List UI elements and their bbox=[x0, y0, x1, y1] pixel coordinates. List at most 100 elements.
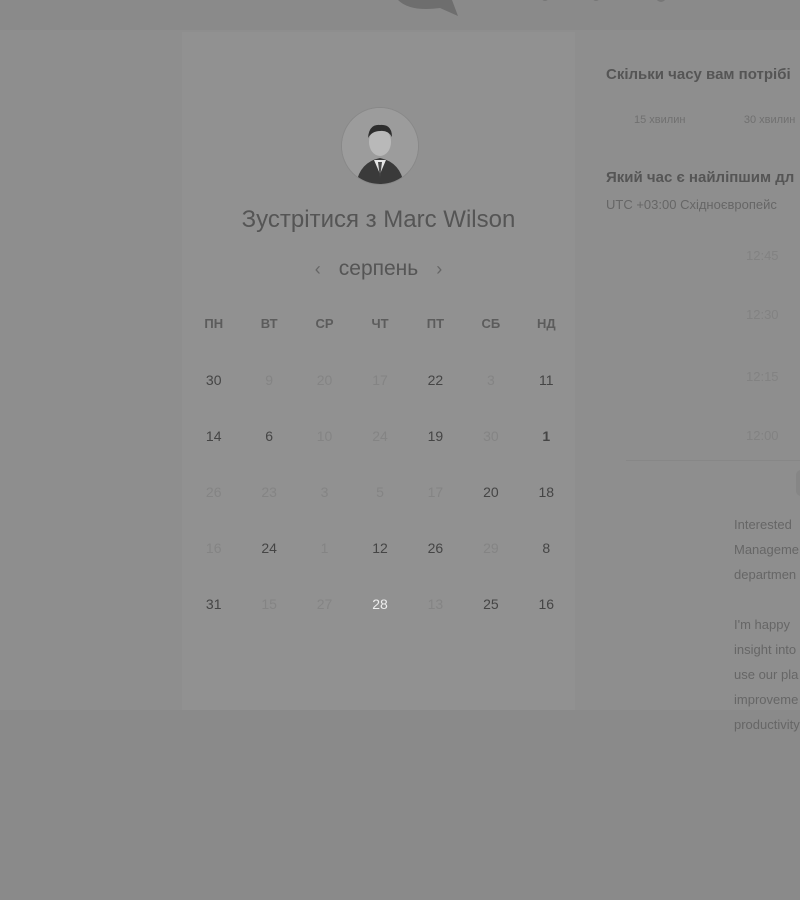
duration-options: 15 хвилин 30 хвилин bbox=[606, 110, 800, 128]
description-line: improveme bbox=[734, 692, 799, 707]
calendar-day: 24 bbox=[352, 426, 407, 446]
calendar-day-number: 10 bbox=[316, 428, 333, 444]
calendar-day[interactable]: 19 bbox=[408, 426, 463, 446]
weekday-label: ВТ bbox=[260, 316, 278, 331]
calendar-week-row: 31 15 27 28 13 25 16 bbox=[186, 579, 574, 629]
calendar-day[interactable]: 22 bbox=[408, 370, 463, 390]
calendar-day: 23 bbox=[241, 482, 296, 502]
calendar-day: 5 bbox=[352, 482, 407, 502]
chevron-left-icon[interactable]: ‹ bbox=[307, 259, 329, 280]
time-slot[interactable]: 12:30 bbox=[746, 307, 779, 322]
month-label: серпень bbox=[338, 257, 419, 280]
calendar-day[interactable]: 20 bbox=[463, 482, 518, 502]
calendar-day-number: 30 bbox=[205, 372, 222, 388]
calendar-day-selected[interactable]: 28 bbox=[352, 579, 407, 629]
calendar-day: 20 bbox=[297, 370, 352, 390]
calendar-day[interactable]: 12 bbox=[352, 538, 407, 558]
calendar-day-number: 28 bbox=[372, 596, 388, 612]
calendar-day: 17 bbox=[352, 370, 407, 390]
duration-option[interactable]: 15 хвилин bbox=[634, 114, 685, 126]
weekday-label: НД bbox=[536, 316, 556, 331]
timezone-label[interactable]: UTC +03:00 Східноєвропейс bbox=[606, 197, 777, 212]
calendar-day[interactable]: 26 bbox=[408, 538, 463, 558]
calendar-day-number: 11 bbox=[539, 372, 554, 388]
description-line: departmen bbox=[734, 567, 797, 582]
calendar-day[interactable]: 16 bbox=[519, 594, 574, 614]
calendar-day[interactable]: 14 bbox=[186, 426, 241, 446]
description-line: use our pla bbox=[734, 667, 799, 682]
time-question: Який час є найліпшим дл bbox=[606, 169, 795, 186]
time-slot[interactable]: 12:00 bbox=[746, 428, 779, 443]
calendar-day-number: 3 bbox=[486, 372, 495, 388]
time-slot[interactable]: 12:15 bbox=[746, 369, 779, 384]
calendar-day: 27 bbox=[297, 594, 352, 614]
description-line: Manageme bbox=[734, 542, 800, 557]
divider bbox=[626, 460, 800, 461]
calendar-day[interactable]: 31 bbox=[186, 594, 241, 614]
host-avatar bbox=[342, 108, 418, 184]
calendar-week-row: 16 24 1 12 26 29 8 bbox=[186, 538, 574, 558]
calendar-day-number: 24 bbox=[372, 428, 388, 444]
calendar-day[interactable]: 30 bbox=[186, 370, 241, 390]
calendar-day-number: 27 bbox=[316, 596, 333, 612]
calendar-day-number: 31 bbox=[205, 596, 222, 612]
calendar-day: 29 bbox=[463, 538, 518, 558]
weekday-header: ПН ВТ СР ЧТ ПТ СБ НД bbox=[186, 316, 574, 331]
time-slot[interactable]: 12:45 bbox=[746, 248, 779, 263]
calendar-day-number: 18 bbox=[538, 484, 555, 500]
weekday-label: СБ bbox=[481, 316, 501, 331]
calendar-day-number: 15 bbox=[261, 596, 277, 612]
calendar-day-number: 9 bbox=[265, 372, 274, 388]
calendar-day-number: 17 bbox=[427, 484, 444, 500]
calendar-day-number: 24 bbox=[261, 540, 277, 556]
calendar-day-number: 29 bbox=[483, 540, 499, 556]
weekday-label: ПТ bbox=[426, 316, 445, 331]
calendar-day-number: 16 bbox=[205, 540, 222, 556]
calendar-day-number: 14 bbox=[205, 428, 222, 444]
description-line: Interested bbox=[734, 517, 792, 532]
calendar-day-number: 30 bbox=[483, 428, 499, 444]
description-line: insight into bbox=[734, 642, 797, 657]
calendar-day-number: 3 bbox=[320, 484, 329, 500]
calendar-day-number: 20 bbox=[316, 372, 333, 388]
calendar-day[interactable]: 25 bbox=[463, 594, 518, 614]
calendar-day[interactable]: 1 bbox=[519, 426, 574, 446]
chevron-right-icon[interactable]: › bbox=[428, 259, 450, 280]
weekday-label: ПН bbox=[204, 316, 224, 331]
calendar-day: 10 bbox=[297, 426, 352, 446]
description-line: productivity bbox=[734, 717, 800, 732]
calendar-day-number: 25 bbox=[483, 596, 499, 612]
calendar-day-number: 20 bbox=[483, 484, 499, 500]
calendar-day: 3 bbox=[297, 482, 352, 502]
calendar-day: 13 bbox=[408, 594, 463, 614]
calendar-day: 17 bbox=[408, 482, 463, 502]
weekday-label: ЧТ bbox=[371, 316, 389, 331]
calendar-day[interactable]: 11 bbox=[519, 370, 574, 390]
calendar-day-number: 1 bbox=[320, 540, 329, 556]
calendar-day: 26 bbox=[186, 482, 241, 502]
calendar-day[interactable]: 18 bbox=[519, 482, 574, 502]
calendar-day-number: 22 bbox=[427, 372, 444, 388]
calendar-day: 30 bbox=[463, 426, 518, 446]
meeting-title: Зустрітися з Marc Wilson bbox=[241, 206, 516, 233]
calendar-day: 15 bbox=[241, 594, 296, 614]
scroll-handle[interactable] bbox=[796, 470, 800, 496]
booking-panel: Скільки часу вам потрібі 15 хвилин 30 хв… bbox=[606, 0, 800, 900]
calendar-week-row: 14 6 10 24 19 30 1 bbox=[186, 426, 574, 446]
calendar-day-number: 19 bbox=[427, 428, 444, 444]
calendar-day-number: 16 bbox=[538, 596, 555, 612]
calendar-day[interactable]: 8 bbox=[519, 538, 574, 558]
calendar-week-row: 30 9 20 17 22 3 11 bbox=[186, 370, 574, 390]
calendar-day-number: 12 bbox=[372, 540, 388, 556]
calendar-day[interactable]: 6 bbox=[241, 426, 296, 446]
weekday-label: СР bbox=[315, 316, 334, 331]
calendar-day-number: 5 bbox=[376, 484, 384, 500]
duration-option[interactable]: 30 хвилин bbox=[744, 114, 795, 126]
calendar-day: 9 bbox=[241, 370, 296, 390]
calendar-day: 3 bbox=[463, 370, 518, 390]
calendar-day: 1 bbox=[297, 538, 352, 558]
calendar-day-number: 8 bbox=[542, 540, 551, 556]
month-navigation: ‹ серпень › bbox=[182, 255, 575, 283]
calendar-day-number: 26 bbox=[427, 540, 444, 556]
calendar-day[interactable]: 24 bbox=[241, 538, 296, 558]
